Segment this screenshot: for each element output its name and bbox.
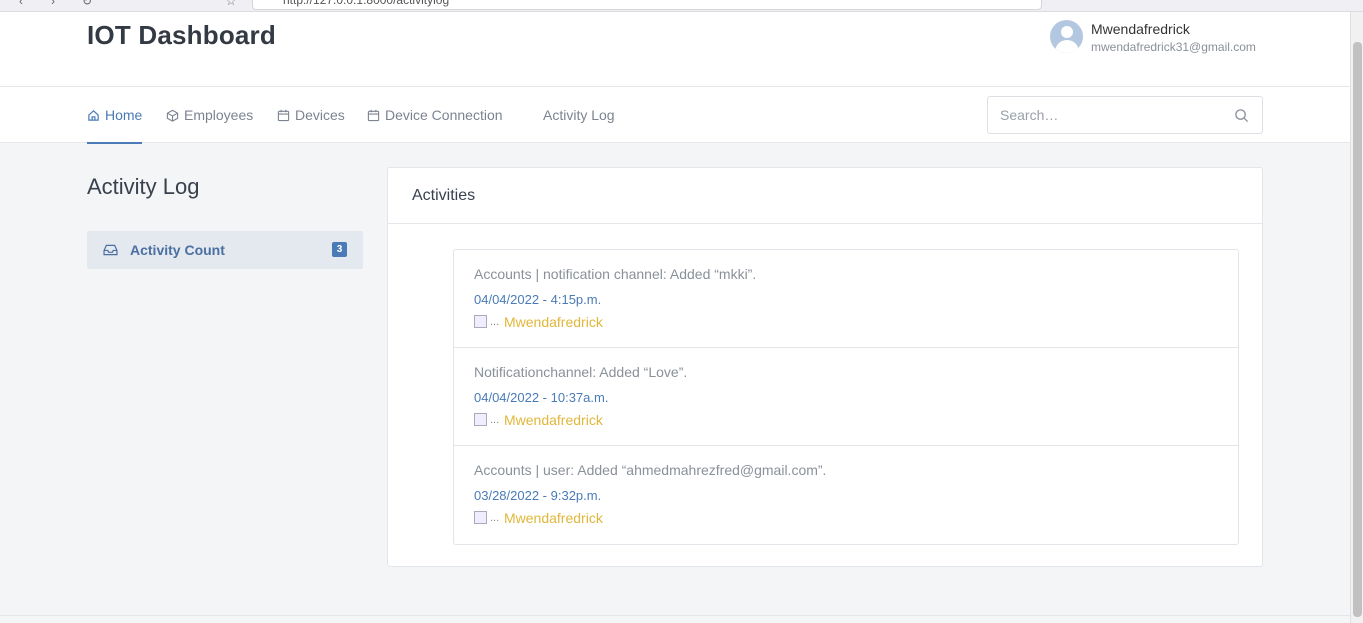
nav-activity-log-label: Activity Log [543,107,615,123]
user-avatar-icon[interactable] [1050,20,1083,53]
activity-text: Accounts | user: Added “ahmedmahrezfred@… [474,462,827,478]
nav-device-connection-label: Device Connection [385,107,503,123]
search-box [987,96,1263,134]
bookmark-icon[interactable]: ☆ [224,0,238,8]
nav-employees[interactable]: Employees [166,87,253,143]
back-arrow-icon[interactable]: ‹ [14,0,28,8]
forward-arrow-icon[interactable]: › [46,0,60,8]
nav-employees-label: Employees [184,107,254,123]
search-input[interactable] [988,97,1218,133]
calendar-icon [367,109,380,121]
activities-card-title: Activities [388,168,1262,224]
activity-date: 04/04/2022 - 10:37a.m. [474,390,609,405]
footer-divider [0,615,1350,616]
app-title: IOT Dashboard [87,20,276,50]
nav-home[interactable]: Home [87,87,143,144]
activities-card: Activities Accounts | notification chann… [387,167,1263,567]
inbox-icon [103,244,118,256]
home-icon [88,109,99,121]
nav-devices[interactable]: Devices [277,87,345,143]
activity-item: Accounts | notification channel: Added “… [454,250,1238,348]
activity-count-item[interactable]: Activity Count 3 [87,231,363,269]
user-name[interactable]: Mwendafredrick [1091,21,1190,37]
activity-text: Notificationchannel: Added “Love”. [474,364,688,380]
activity-user-link[interactable]: Mwendafredrick [504,412,603,428]
broken-image-icon: ... [474,510,500,526]
page-title: Activity Log [87,174,200,199]
address-bar[interactable]: http://127.0.0.1:8000/activitylog [252,0,1042,10]
activity-list: Accounts | notification channel: Added “… [453,249,1239,545]
search-icon[interactable] [1234,108,1249,123]
activity-date: 04/04/2022 - 4:15p.m. [474,292,602,307]
browser-toolbar: ‹ › ↻ ☆ http://127.0.0.1:8000/activitylo… [0,0,1363,12]
calendar-icon [277,109,290,121]
user-email: mwendafredrick31@gmail.com [1091,40,1256,54]
activity-item: Accounts | user: Added “ahmedmahrezfred@… [454,446,1238,544]
scrollbar-thumb[interactable] [1353,42,1362,617]
activity-text: Accounts | notification channel: Added “… [474,266,757,282]
activity-count-label: Activity Count [130,242,225,258]
cube-icon [166,109,179,122]
broken-image-icon: ... [474,412,500,428]
broken-image-icon: ... [474,314,500,330]
activity-user-link[interactable]: Mwendafredrick [504,510,603,526]
nav-device-connection[interactable]: Device Connection [367,87,503,143]
page-scrollbar[interactable] [1350,12,1363,623]
nav-activity-log[interactable]: Activity Log [543,87,615,143]
main-nav: Home Employees Devices Device Connection… [0,87,1350,144]
activity-item: Notificationchannel: Added “Love”. 04/04… [454,348,1238,446]
activity-user-link[interactable]: Mwendafredrick [504,314,603,330]
nav-devices-label: Devices [295,107,345,123]
activity-count-badge: 3 [332,242,347,257]
top-header: IOT Dashboard Mwendafredrick mwendafredr… [0,12,1350,87]
nav-home-label: Home [105,107,143,123]
reload-icon[interactable]: ↻ [80,0,94,8]
activity-date: 03/28/2022 - 9:32p.m. [474,488,602,503]
